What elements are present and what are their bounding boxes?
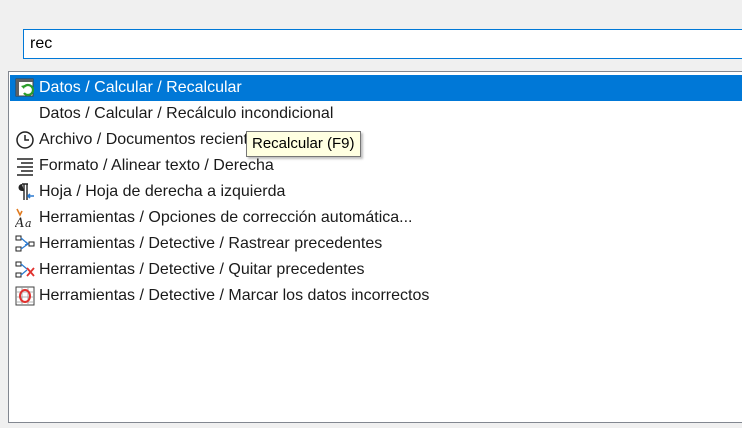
results-list[interactable]: Datos / Calcular / Recalcular Datos / Ca… (8, 71, 742, 423)
result-item[interactable]: Herramientas / Detective / Marcar los da… (10, 283, 742, 309)
result-label: Formato / Alinear texto / Derecha (39, 157, 274, 174)
svg-text:a: a (25, 217, 32, 228)
result-label: Herramientas / Detective / Marcar los da… (39, 287, 430, 304)
result-label: Herramientas / Opciones de corrección au… (39, 209, 413, 226)
result-label: Hoja / Hoja de derecha a izquierda (39, 183, 286, 200)
align-right-icon (14, 155, 36, 177)
search-box[interactable] (23, 29, 742, 59)
result-item[interactable]: A a Herramientas / Opciones de correcció… (10, 205, 742, 231)
result-item[interactable]: Herramientas / Detective / Quitar preced… (10, 257, 742, 283)
result-item[interactable]: Datos / Calcular / Recalcular (10, 75, 742, 101)
blank-icon (14, 103, 36, 125)
result-label: Herramientas / Detective / Rastrear prec… (39, 235, 383, 252)
result-label: Herramientas / Detective / Quitar preced… (39, 261, 365, 278)
right-to-left-icon (14, 181, 36, 203)
result-label: Datos / Calcular / Recálculo incondicion… (39, 105, 334, 122)
result-item[interactable]: Formato / Alinear texto / Derecha (10, 153, 742, 179)
mark-invalid-data-icon (14, 285, 36, 307)
result-item[interactable]: Herramientas / Detective / Rastrear prec… (10, 231, 742, 257)
svg-text:A: A (15, 216, 24, 228)
result-label: Archivo / Documentos recientes (39, 131, 265, 148)
autocorrect-icon: A a (14, 207, 36, 229)
remove-precedents-icon (14, 259, 36, 281)
command-search-window: Datos / Calcular / Recalcular Datos / Ca… (0, 0, 742, 428)
result-item[interactable]: Hoja / Hoja de derecha a izquierda (10, 179, 742, 205)
clock-icon (14, 129, 36, 151)
result-item[interactable]: Archivo / Documentos recientes (10, 127, 742, 153)
recalculate-icon (14, 77, 36, 99)
search-input[interactable] (30, 34, 730, 54)
result-label: Datos / Calcular / Recalcular (39, 79, 242, 96)
result-item[interactable]: Datos / Calcular / Recálculo incondicion… (10, 101, 742, 127)
tooltip: Recalcular (F9) (246, 131, 361, 157)
trace-precedents-icon (14, 233, 36, 255)
